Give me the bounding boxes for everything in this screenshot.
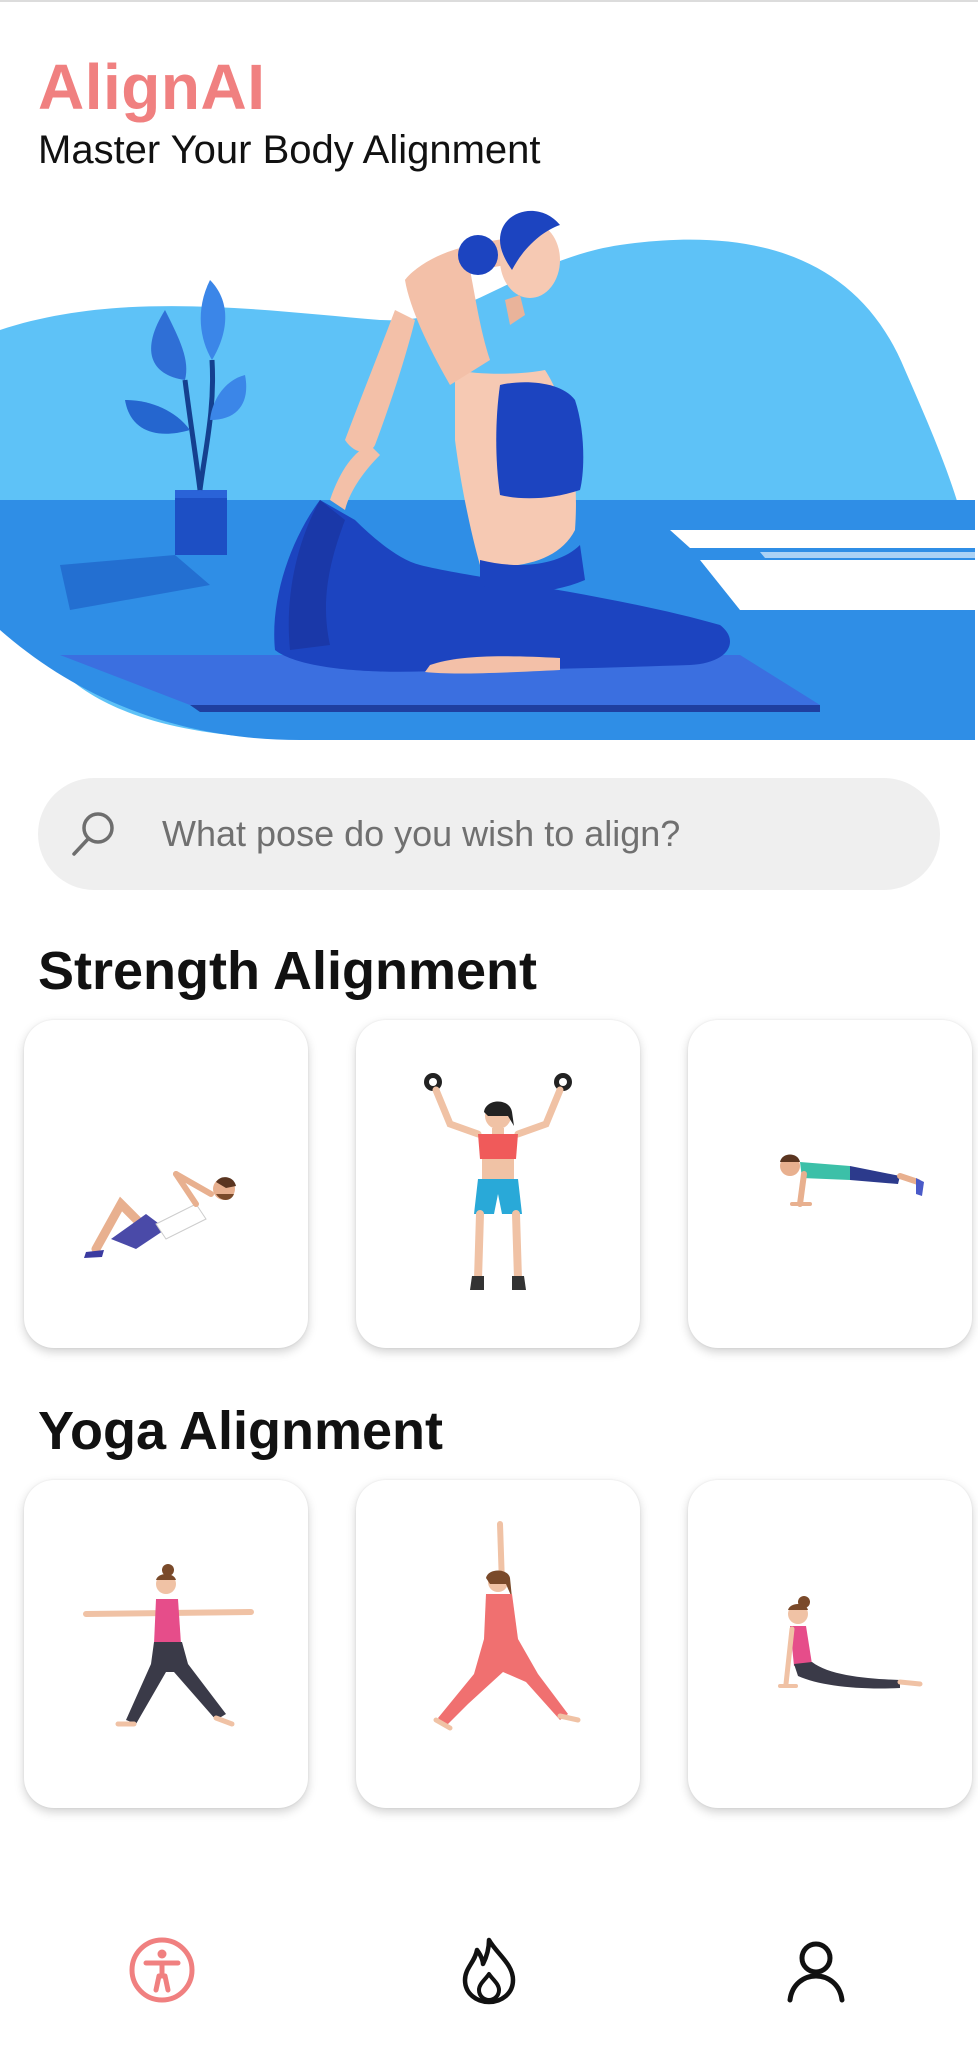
nav-item-profile[interactable] [756,1900,876,2040]
cobra-pose-icon [778,1596,923,1689]
app-subtitle: Master Your Body Alignment [38,128,541,172]
hero-yoga-illustration [0,210,975,740]
accessibility-icon [129,1937,195,2003]
strength-card-dumbbell-press[interactable] [356,1020,640,1348]
status-bar-divider [0,0,978,2]
strength-card-crunch[interactable] [24,1020,308,1348]
crunch-exercise-icon [84,1171,236,1258]
yoga-card-warrior-one[interactable] [356,1480,640,1808]
nav-item-alignment[interactable] [102,1900,222,2040]
search-icon [72,812,114,856]
section-title-strength: Strength Alignment [38,941,537,1001]
search-bar[interactable] [38,778,940,890]
section-title-yoga: Yoga Alignment [38,1401,443,1461]
warrior-two-pose-icon [83,1564,254,1727]
user-icon [787,1941,845,2003]
yoga-card-cobra[interactable] [688,1480,972,1808]
yoga-card-warrior-two[interactable] [24,1480,308,1808]
yoga-card-row [24,1480,978,1810]
app-title: AlignAI [38,51,266,123]
plank-exercise-icon [780,1154,924,1207]
search-input[interactable] [160,812,864,856]
bottom-navigation [0,1900,978,2040]
warrior-one-pose-icon [433,1521,581,1731]
nav-item-workouts[interactable] [429,1900,549,2040]
strength-card-plank[interactable] [688,1020,972,1348]
dumbbell-press-icon [424,1073,572,1290]
flame-icon [462,1937,516,2005]
strength-card-row [24,1020,978,1350]
